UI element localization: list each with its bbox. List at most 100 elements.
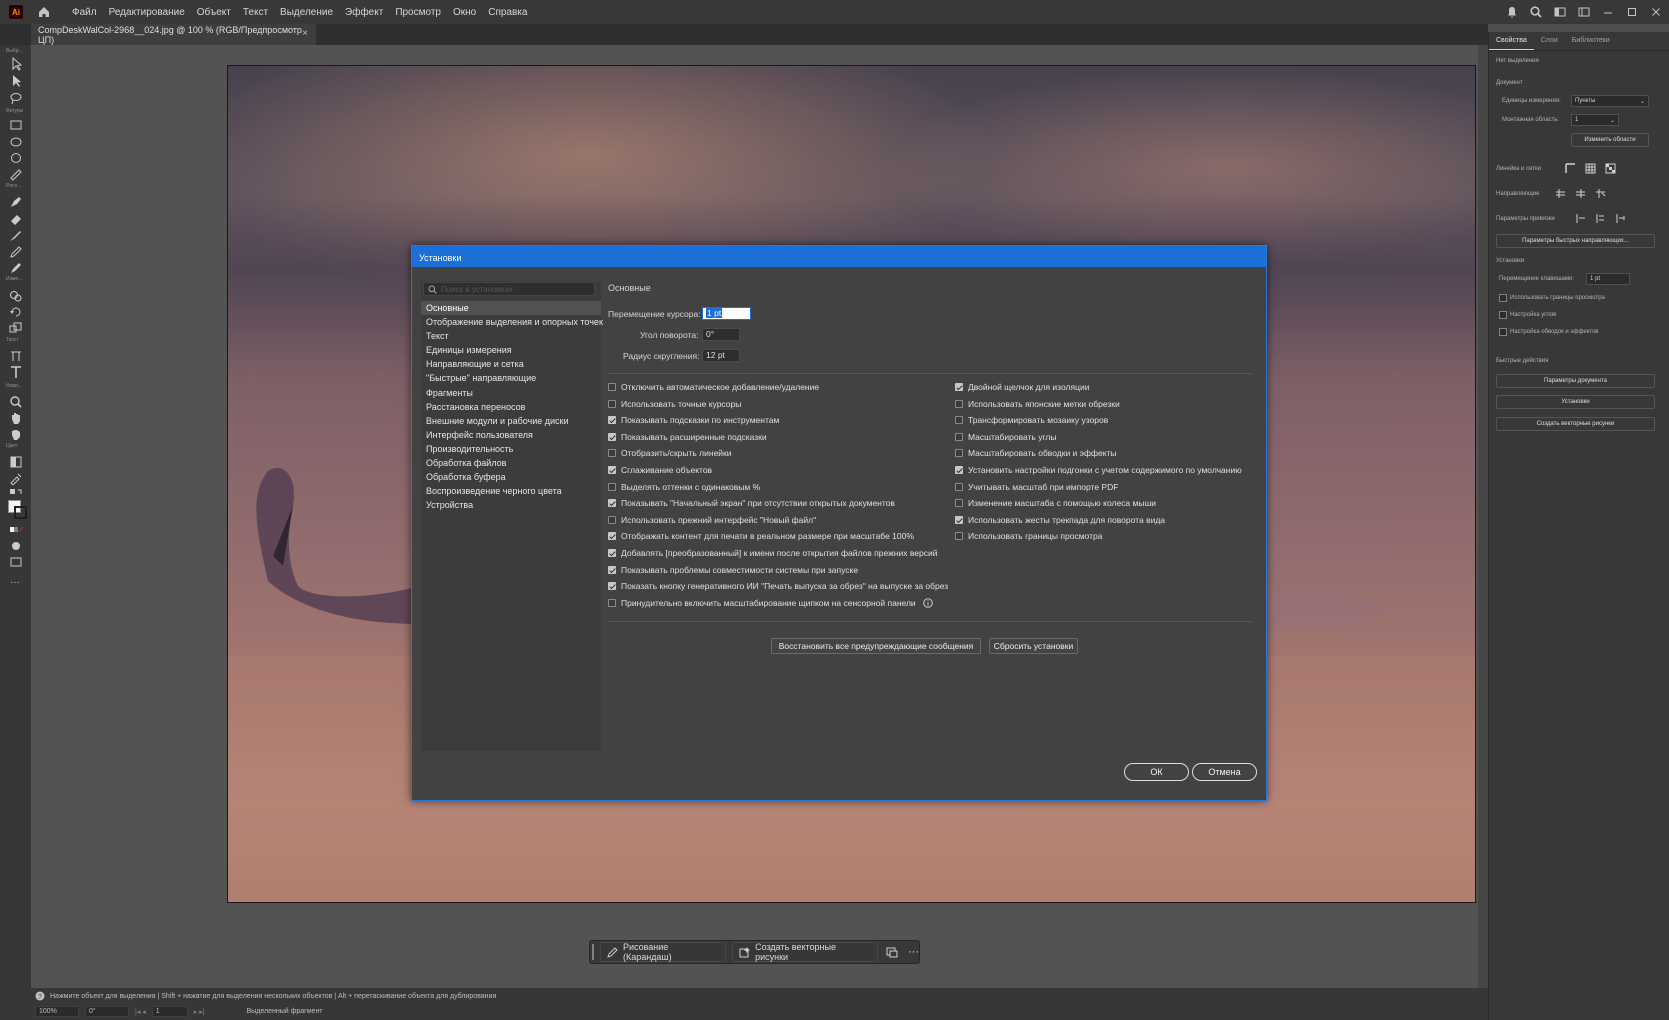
keyboard-increment-input[interactable]: 1 pt — [702, 307, 751, 320]
checkbox-checked[interactable] — [608, 582, 616, 591]
checkbox[interactable] — [608, 383, 616, 391]
option-row[interactable]: Масштабировать углы — [955, 432, 1056, 442]
nav-item[interactable]: Текст — [421, 329, 601, 343]
nav-item[interactable]: Интерфейс пользователя — [421, 428, 601, 442]
constrain-angle-input[interactable]: 0° — [702, 328, 740, 341]
option-row[interactable]: Изменение масштаба с помощью колеса мыши — [955, 498, 1156, 508]
checkbox[interactable] — [955, 399, 963, 408]
option-row[interactable]: Масштабировать обводки и эффекты — [955, 448, 1117, 458]
option-label: Отключить автоматическое добавление/удал… — [621, 382, 820, 392]
option-row[interactable]: Показать кнопку генеративного ИИ "Печать… — [608, 581, 948, 591]
checkbox-checked[interactable] — [955, 466, 963, 474]
nav-item[interactable]: Воспроизведение черного цвета — [421, 484, 601, 498]
option-row[interactable]: Использовать японские метки обрезки — [955, 399, 1120, 409]
option-row[interactable]: Показывать подсказки по инструментам — [608, 415, 779, 425]
dialog-title: Установки — [412, 246, 1266, 267]
option-label: Трансформировать мозаику узоров — [968, 415, 1109, 426]
checkbox[interactable] — [608, 399, 616, 408]
option-label: Отобразить/скрыть линейки — [621, 448, 732, 459]
checkbox[interactable] — [955, 432, 963, 441]
checkbox-checked[interactable] — [955, 515, 963, 524]
reset-preferences-button[interactable]: Сбросить установки — [989, 638, 1078, 654]
search-icon — [428, 285, 437, 294]
option-label: Масштабировать углы — [968, 431, 1057, 442]
checkbox[interactable] — [955, 416, 963, 425]
nav-item[interactable]: "Быстрые" направляющие — [421, 371, 601, 385]
option-label: Показывать проблемы совместимости систем… — [621, 564, 859, 575]
option-row[interactable]: Показывать проблемы совместимости систем… — [608, 565, 858, 575]
nav-item[interactable]: Направляющие и сетка — [421, 357, 601, 371]
checkbox[interactable] — [955, 532, 963, 541]
checkbox-checked[interactable] — [608, 499, 616, 508]
divider — [608, 373, 1253, 374]
option-row[interactable]: Отключить автоматическое добавление/удал… — [608, 382, 819, 392]
corner-radius-input[interactable]: 12 pt — [702, 349, 740, 362]
option-row[interactable]: Сглаживание объектов — [608, 465, 712, 475]
nav-item[interactable]: Внешние модули и рабочие диски — [421, 414, 601, 428]
section-title: Основные — [608, 283, 651, 293]
constrain-angle-label: Угол поворота: — [640, 330, 699, 340]
reset-warnings-button[interactable]: Восстановить все предупреждающие сообщен… — [771, 638, 981, 654]
option-label: Использовать японские метки обрезки — [968, 398, 1120, 409]
option-row[interactable]: Показывать "Начальный экран" при отсутст… — [608, 498, 895, 508]
nav-item[interactable]: Устройства — [421, 498, 601, 512]
option-row[interactable]: Установить настройки подгонки с учетом с… — [955, 465, 1242, 475]
option-label: Показать кнопку генеративного ИИ "Печать… — [621, 581, 949, 592]
nav-item[interactable]: Отображение выделения и опорных точек — [421, 315, 603, 329]
ok-button[interactable]: ОК — [1124, 763, 1189, 781]
option-row[interactable]: Принудительно включить масштабирование щ… — [608, 598, 933, 608]
option-label: Использовать границы просмотра — [968, 531, 1103, 542]
checkbox[interactable] — [955, 499, 963, 508]
checkbox-checked[interactable] — [608, 432, 616, 441]
option-row[interactable]: Отображать контент для печати в реальном… — [608, 531, 914, 541]
option-row[interactable]: Добавлять [преобразованный] к имени посл… — [608, 548, 937, 558]
option-row[interactable]: Выделять оттенки с одинаковым % — [608, 482, 760, 492]
option-label: Использовать жесты трекпада для поворота… — [968, 514, 1166, 525]
option-row[interactable]: Учитывать масштаб при импорте PDF — [955, 482, 1118, 492]
option-row[interactable]: Использовать точные курсоры — [608, 399, 741, 409]
nav-item[interactable]: Производительность — [421, 442, 601, 456]
option-row[interactable]: Использовать границы просмотра — [955, 531, 1102, 541]
checkbox-checked[interactable] — [608, 416, 616, 425]
checkbox[interactable] — [955, 449, 963, 458]
checkbox[interactable] — [955, 482, 963, 491]
nav-item[interactable]: Обработка буфера — [421, 470, 601, 484]
option-label: Сглаживание объектов — [621, 465, 713, 475]
checkbox[interactable] — [608, 515, 616, 524]
nav-item[interactable]: Расстановка переносов — [421, 400, 601, 414]
checkbox[interactable] — [608, 598, 616, 607]
option-row[interactable]: Использовать жесты трекпада для поворота… — [955, 515, 1165, 525]
checkbox-checked[interactable] — [608, 565, 616, 574]
nav-item[interactable]: Основные — [421, 301, 601, 316]
option-row[interactable]: Использовать прежний интерфейс "Новый фа… — [608, 515, 816, 525]
option-row[interactable]: Двойной щелчок для изоляции — [955, 382, 1089, 392]
info-icon[interactable] — [922, 597, 933, 608]
preferences-search-input[interactable]: Поиск в установках — [423, 282, 595, 296]
nav-item[interactable]: Фрагменты — [421, 386, 601, 400]
option-label: Использовать точные курсоры — [621, 398, 742, 409]
checkbox-checked[interactable] — [608, 466, 616, 474]
option-label: Двойной щелчок для изоляции — [968, 382, 1090, 392]
option-row[interactable]: Показывать расширенные подсказки — [608, 432, 767, 442]
option-row[interactable]: Трансформировать мозаику узоров — [955, 415, 1108, 425]
search-placeholder: Поиск в установках — [441, 285, 514, 294]
checkbox[interactable] — [608, 482, 616, 491]
checkbox[interactable] — [608, 449, 616, 458]
cancel-button[interactable]: Отмена — [1192, 763, 1257, 781]
nav-item[interactable]: Обработка файлов — [421, 456, 601, 470]
preferences-nav: Основные Отображение выделения и опорных … — [421, 301, 603, 512]
checkbox-checked[interactable] — [955, 383, 963, 391]
option-label: Показывать подсказки по инструментам — [621, 415, 780, 426]
option-label: Показывать "Начальный экран" при отсутст… — [621, 498, 895, 509]
option-label: Использовать прежний интерфейс "Новый фа… — [621, 514, 817, 525]
checkbox-checked[interactable] — [608, 549, 616, 557]
option-label: Выделять оттенки с одинаковым % — [621, 481, 761, 492]
nav-item[interactable]: Единицы измерения — [421, 343, 601, 357]
illustrator-window: Ai Файл Редактирование Объект Текст Выде… — [0, 0, 1669, 1020]
option-label: Учитывать масштаб при импорте PDF — [968, 481, 1119, 492]
divider — [608, 621, 1253, 622]
option-label: Показывать расширенные подсказки — [621, 431, 767, 442]
option-row[interactable]: Отобразить/скрыть линейки — [608, 448, 732, 458]
option-label: Отображать контент для печати в реальном… — [621, 531, 914, 542]
checkbox-checked[interactable] — [608, 532, 616, 541]
